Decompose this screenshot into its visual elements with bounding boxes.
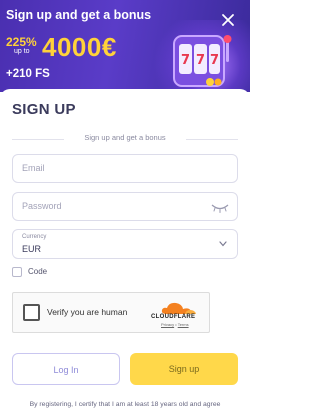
close-icon[interactable] — [220, 12, 236, 28]
svg-text:7: 7 — [210, 53, 219, 68]
captcha-links: Privacy • Terms — [161, 322, 189, 327]
captcha-checkbox[interactable] — [23, 304, 40, 321]
legal-text: By registering, I certify that I am at l… — [29, 401, 221, 408]
code-label: Code — [28, 267, 48, 276]
banner-amount: 4000€ — [42, 32, 117, 62]
svg-text:7: 7 — [196, 53, 205, 68]
terms-link[interactable]: Terms — [178, 322, 189, 327]
signup-button[interactable]: Sign up — [130, 353, 238, 385]
form-title: SIGN UP — [12, 101, 76, 118]
banner-percent: 225% — [6, 35, 37, 49]
banner-free-spins: +210 FS — [6, 68, 50, 80]
login-button[interactable]: Log In — [12, 353, 120, 385]
currency-select[interactable]: Currency EUR — [12, 229, 238, 259]
email-field[interactable]: Email — [12, 154, 238, 183]
currency-value: EUR — [22, 244, 42, 254]
banner-up-to: up to — [14, 48, 30, 55]
code-checkbox[interactable] — [12, 267, 22, 277]
bonus-banner: Sign up and get a bonus 225% up to 4000€… — [0, 0, 250, 92]
cloudflare-cloud-icon — [161, 302, 196, 314]
email-placeholder: Email — [22, 163, 45, 173]
divider-right — [186, 139, 238, 140]
banner-title: Sign up and get a bonus — [6, 8, 152, 22]
slot-machine-illustration: 7 7 7 — [173, 35, 232, 87]
form-subtitle: Sign up and get a bonus — [84, 133, 166, 142]
cloudflare-brand: CLOUDFLARE — [151, 314, 196, 320]
signup-form: SIGN UP Sign up and get a bonus Email Pa… — [0, 89, 250, 415]
chevron-down-icon — [219, 241, 227, 247]
password-field[interactable]: Password — [12, 192, 238, 221]
privacy-link[interactable]: Privacy — [161, 322, 174, 327]
form-subtitle-row: Sign up and get a bonus — [12, 133, 238, 145]
currency-label: Currency — [22, 234, 47, 240]
captcha-label: Verify you are human — [47, 307, 128, 317]
cloudflare-captcha: Verify you are human CLOUDFLARE Privacy … — [12, 292, 210, 333]
password-placeholder: Password — [22, 201, 62, 211]
eye-closed-icon[interactable] — [211, 203, 229, 213]
svg-text:7: 7 — [181, 53, 190, 68]
